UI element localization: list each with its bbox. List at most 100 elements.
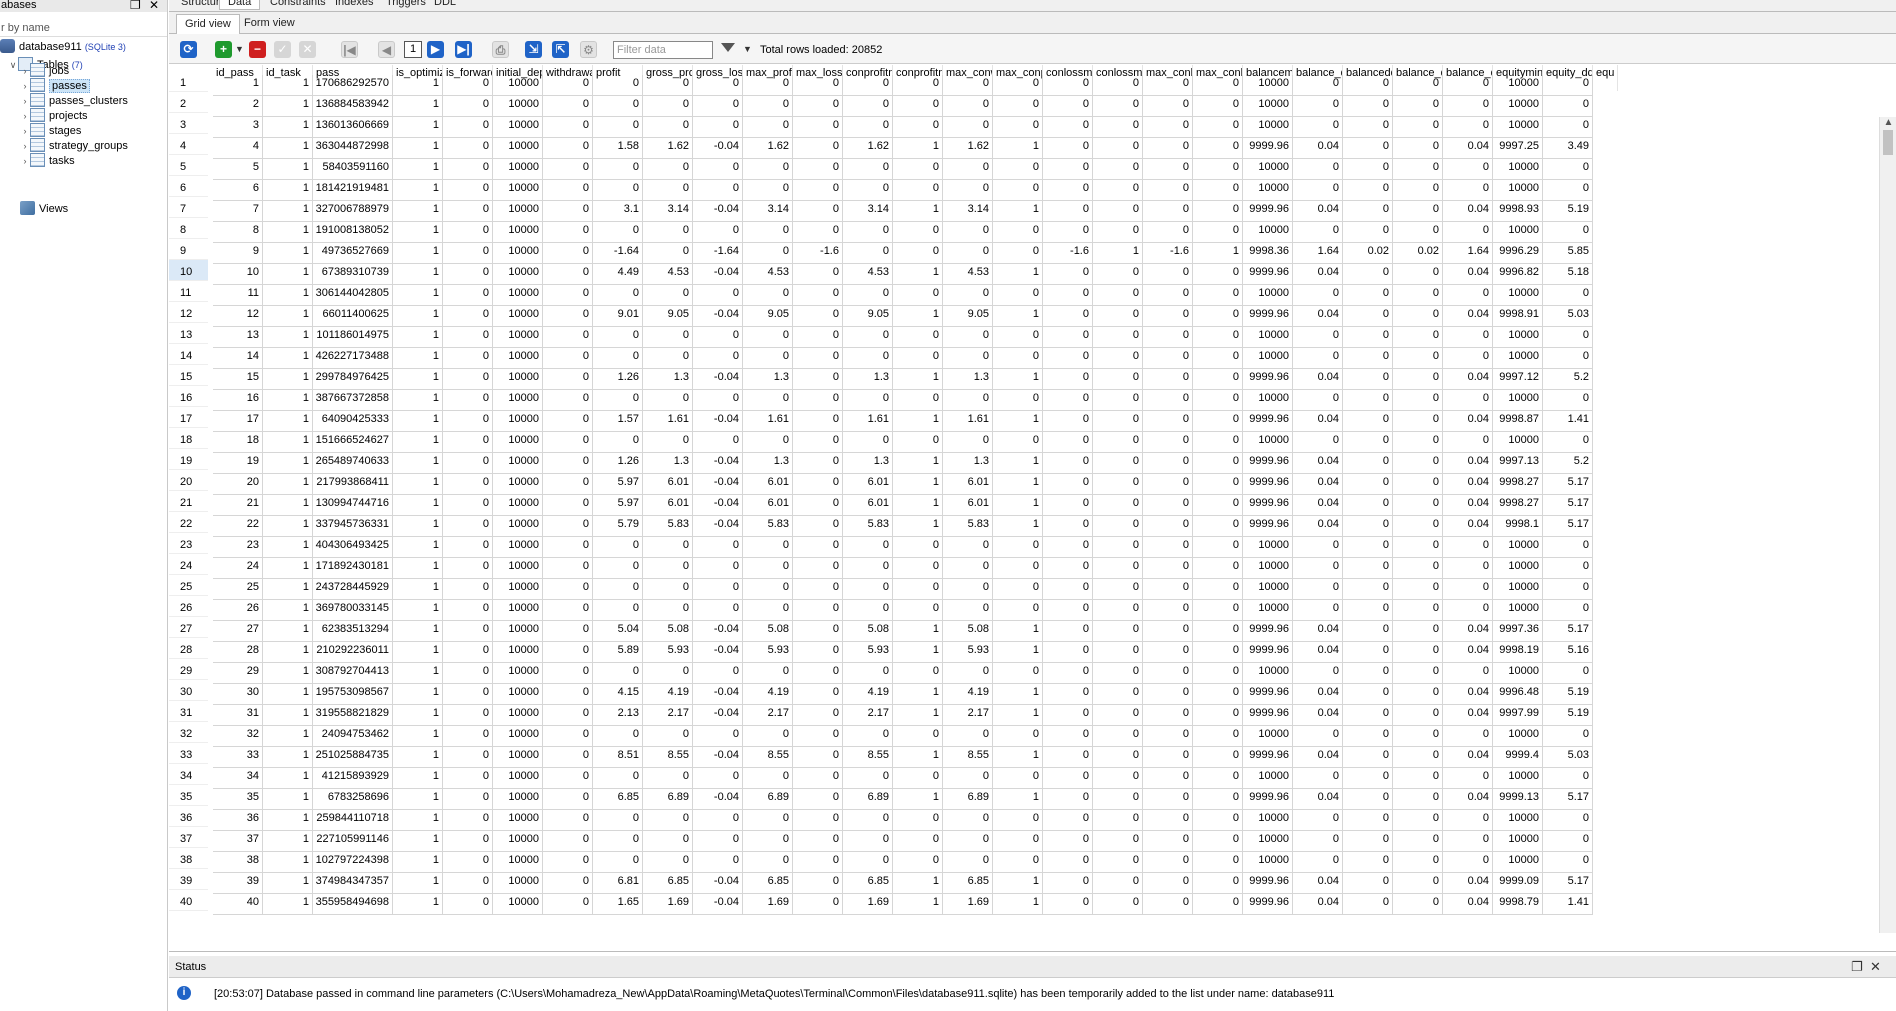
table-cell[interactable]: 0	[1093, 390, 1143, 411]
table-cell[interactable]: 0	[1143, 621, 1193, 642]
table-cell[interactable]: 1	[993, 894, 1043, 915]
table-cell[interactable]: 6.89	[943, 789, 993, 810]
table-cell[interactable]: 0	[793, 516, 843, 537]
table-cell[interactable]: 0	[1093, 579, 1143, 600]
table-cell[interactable]: 0	[1143, 579, 1193, 600]
table-cell[interactable]: 265489740633	[313, 453, 393, 474]
table-cell[interactable]: 0	[1393, 684, 1443, 705]
table-cell[interactable]: 0	[1143, 75, 1193, 96]
table-cell[interactable]: 0	[1093, 768, 1143, 789]
table-cell[interactable]: 0	[793, 327, 843, 348]
table-cell[interactable]: 0	[1043, 138, 1093, 159]
table-cell[interactable]: 5.2	[1543, 453, 1593, 474]
table-cell[interactable]: 0	[1343, 285, 1393, 306]
table-cell[interactable]: 1.3	[943, 453, 993, 474]
table-cell[interactable]: 0	[1193, 432, 1243, 453]
table-cell[interactable]: 6.01	[743, 474, 793, 495]
table-cell[interactable]: 0	[843, 579, 893, 600]
table-cell[interactable]: 5.08	[743, 621, 793, 642]
table-cell[interactable]: 0	[743, 768, 793, 789]
table-cell[interactable]: 0	[943, 348, 993, 369]
table-cell[interactable]: 0	[1093, 558, 1143, 579]
table-cell[interactable]: 0	[1193, 75, 1243, 96]
table-cell[interactable]: 6.01	[843, 474, 893, 495]
table-cell[interactable]: 251025884735	[313, 747, 393, 768]
table-cell[interactable]: 0	[1043, 285, 1093, 306]
table-cell[interactable]: 1	[393, 768, 443, 789]
table-cell[interactable]: 0	[1393, 558, 1443, 579]
table-cell[interactable]: 10000	[493, 894, 543, 915]
table-cell[interactable]: 0	[543, 705, 593, 726]
table-cell[interactable]: 0	[1043, 642, 1093, 663]
table-cell[interactable]: 1	[263, 495, 313, 516]
table-cell[interactable]: 0	[1293, 180, 1343, 201]
table-cell[interactable]: 10000	[493, 705, 543, 726]
table-cell[interactable]: 1	[263, 285, 313, 306]
table-cell[interactable]: 1	[893, 453, 943, 474]
table-cell[interactable]: 0	[543, 180, 593, 201]
table-cell[interactable]: 9999.96	[1243, 306, 1293, 327]
table-cell[interactable]: 0	[1043, 222, 1093, 243]
table-cell[interactable]: 0	[793, 75, 843, 96]
table-cell[interactable]: 8.55	[843, 747, 893, 768]
table-cell[interactable]: 8.55	[943, 747, 993, 768]
table-cell[interactable]: 0	[743, 579, 793, 600]
table-cell[interactable]: 10000	[493, 684, 543, 705]
table-cell[interactable]: 0	[643, 726, 693, 747]
table-cell[interactable]: 0	[543, 390, 593, 411]
refresh-icon[interactable]: ⟳	[180, 41, 197, 58]
table-cell[interactable]: 0	[1343, 348, 1393, 369]
table-cell[interactable]: 9997.99	[1493, 705, 1543, 726]
table-cell[interactable]: 10000	[1243, 222, 1293, 243]
table-cell[interactable]: 0	[943, 558, 993, 579]
table-cell[interactable]: 0	[1093, 159, 1143, 180]
table-cell[interactable]: 0	[1343, 474, 1393, 495]
table-cell[interactable]: 0	[993, 852, 1043, 873]
table-cell[interactable]: 10000	[493, 600, 543, 621]
table-cell[interactable]: 0	[1043, 831, 1093, 852]
table-cell[interactable]: 0	[1543, 159, 1593, 180]
table-cell[interactable]: 0	[693, 348, 743, 369]
table-cell[interactable]: 0	[1143, 684, 1193, 705]
table-cell[interactable]: 9999.96	[1243, 369, 1293, 390]
table-cell[interactable]: 0	[1143, 810, 1193, 831]
table-cell[interactable]: 6.85	[593, 789, 643, 810]
table-cell[interactable]: 1	[993, 705, 1043, 726]
table-cell[interactable]: 0	[443, 222, 493, 243]
table-cell[interactable]: 0	[943, 285, 993, 306]
table-cell[interactable]: 10000	[1493, 810, 1543, 831]
table-cell[interactable]: 0	[693, 852, 743, 873]
table-cell[interactable]: 0	[1443, 831, 1493, 852]
table-cell[interactable]: 0	[993, 831, 1043, 852]
table-cell[interactable]: 0	[943, 117, 993, 138]
table-cell[interactable]: 0	[1393, 516, 1443, 537]
table-cell[interactable]: 10000	[1243, 285, 1293, 306]
table-cell[interactable]: 0	[893, 852, 943, 873]
table-cell[interactable]: 0	[1193, 474, 1243, 495]
table-cell[interactable]: 0	[1193, 285, 1243, 306]
table-cell[interactable]: 0	[443, 768, 493, 789]
table-cell[interactable]: 0.04	[1293, 495, 1343, 516]
table-cell[interactable]: 0	[1093, 495, 1143, 516]
table-cell[interactable]: 0	[1343, 831, 1393, 852]
table-cell[interactable]: 0	[443, 117, 493, 138]
table-cell[interactable]: 0	[943, 579, 993, 600]
table-cell[interactable]: 0	[743, 327, 793, 348]
table-cell[interactable]: 0	[743, 810, 793, 831]
table-cell[interactable]: 64090425333	[313, 411, 393, 432]
table-row[interactable]: 5 1 58403591160 1 0 10000 0 0 0 0 0 0 0 0 0 0 0 0 0 0 10000 0…	[169, 159, 1896, 180]
table-cell[interactable]: 1	[393, 327, 443, 348]
table-cell[interactable]: 0	[1393, 222, 1443, 243]
table-cell[interactable]: 0	[1193, 348, 1243, 369]
table-cell[interactable]: 9998.87	[1493, 411, 1543, 432]
chevron-right-icon[interactable]: ›	[20, 152, 30, 170]
table-cell[interactable]: 0	[443, 873, 493, 894]
table-cell[interactable]: 0	[693, 96, 743, 117]
table-cell[interactable]: 136013606669	[313, 117, 393, 138]
table-cell[interactable]: 0	[1193, 642, 1243, 663]
table-cell[interactable]: 0	[593, 432, 643, 453]
table-cell[interactable]: 0.04	[1443, 705, 1493, 726]
table-cell[interactable]: 1	[393, 285, 443, 306]
table-row[interactable]: 13 1 101186014975 1 0 10000 0 0 0 0 0 0 0 0 0 0 0 0 0 0 1000…	[169, 327, 1896, 348]
table-cell[interactable]: -0.04	[693, 747, 743, 768]
